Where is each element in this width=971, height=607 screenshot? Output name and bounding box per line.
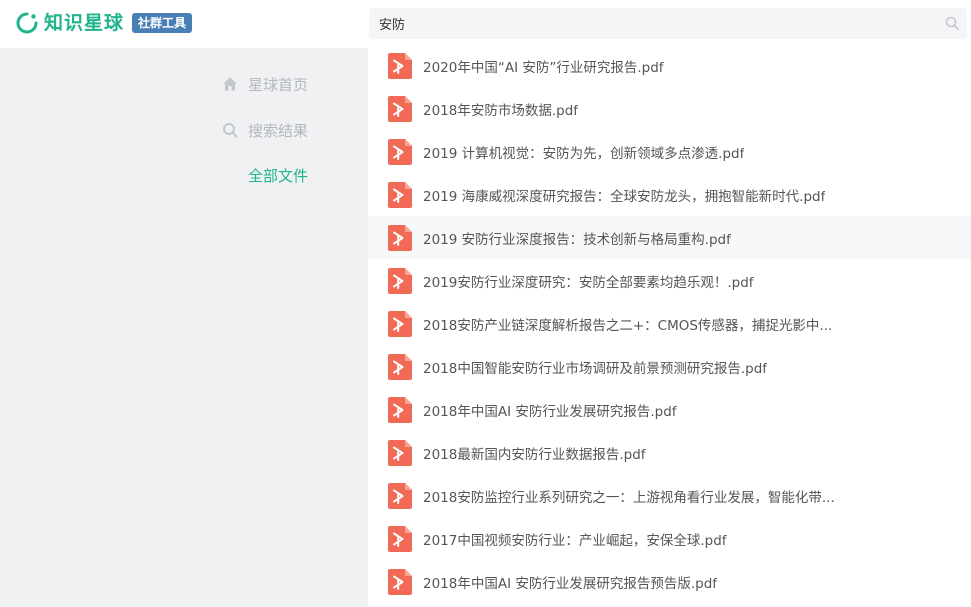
pdf-file-icon bbox=[388, 310, 412, 337]
file-name: 2018安防监控行业系列研究之一：上游视角看行业发展，智能化带... bbox=[423, 489, 835, 506]
sidebar-item-label: 星球首页 bbox=[247, 75, 308, 94]
file-row[interactable]: 2019 计算机视觉：安防为先，创新领域多点渗透.pdf bbox=[368, 130, 971, 173]
file-name: 2018安防产业链深度解析报告之二+：CMOS传感器，捕捉光影中... bbox=[423, 317, 833, 334]
pdf-file-icon bbox=[388, 52, 412, 79]
file-row[interactable]: 2019安防行业深度研究：安防全部要素均趋乐观！.pdf bbox=[368, 259, 971, 302]
file-row[interactable]: 2018年中国AI 安防行业发展研究报告预告版.pdf bbox=[368, 560, 971, 603]
file-list: 2020年中国“AI 安防”行业研究报告.pdf 2018年安防市场数据.pdf… bbox=[368, 44, 971, 607]
pdf-file-icon bbox=[388, 224, 412, 251]
search-icon[interactable] bbox=[945, 16, 959, 30]
file-name: 2019 安防行业深度报告：技术创新与格局重构.pdf bbox=[423, 231, 731, 248]
sidebar: 星球首页 搜索结果 全部文件 bbox=[0, 48, 368, 607]
file-row[interactable]: 2020年中国“AI 安防”行业研究报告.pdf bbox=[368, 44, 971, 87]
pdf-file-icon bbox=[388, 568, 412, 595]
file-row[interactable]: 2019 海康威视深度研究报告：全球安防龙头，拥抱智能新时代.pdf bbox=[368, 173, 971, 216]
sidebar-item-home[interactable]: 星球首页 bbox=[222, 72, 308, 96]
file-name: 2020年中国“AI 安防”行业研究报告.pdf bbox=[423, 59, 664, 76]
planet-logo-icon bbox=[16, 12, 38, 34]
brand-logo[interactable]: 知识星球 社群工具 bbox=[16, 11, 193, 35]
file-name: 2019 海康威视深度研究报告：全球安防龙头，拥抱智能新时代.pdf bbox=[423, 188, 826, 205]
sidebar-item-search-results[interactable]: 搜索结果 bbox=[222, 118, 308, 142]
search-input[interactable] bbox=[369, 8, 929, 39]
search-icon bbox=[222, 123, 238, 138]
search-box bbox=[369, 8, 967, 39]
file-name: 2018年中国AI 安防行业发展研究报告.pdf bbox=[423, 403, 677, 420]
file-name: 2019安防行业深度研究：安防全部要素均趋乐观！.pdf bbox=[423, 274, 754, 291]
pdf-file-icon bbox=[388, 482, 412, 509]
file-name: 2018年中国AI 安防行业发展研究报告预告版.pdf bbox=[423, 575, 718, 592]
pdf-file-icon bbox=[388, 439, 412, 466]
file-row[interactable]: 2018年安防市场数据.pdf bbox=[368, 87, 971, 130]
file-row[interactable]: 2019 安防行业深度报告：技术创新与格局重构.pdf bbox=[368, 216, 971, 259]
pdf-file-icon bbox=[388, 396, 412, 423]
pdf-file-icon bbox=[388, 353, 412, 380]
sidebar-item-all-files[interactable]: 全部文件 bbox=[248, 163, 308, 187]
file-row[interactable]: 2018安防监控行业系列研究之一：上游视角看行业发展，智能化带... bbox=[368, 474, 971, 517]
file-row[interactable]: 2017中国视频安防行业：产业崛起，安保全球.pdf bbox=[368, 517, 971, 560]
brand-name: 知识星球 bbox=[44, 12, 125, 34]
pdf-file-icon bbox=[388, 181, 412, 208]
pdf-file-icon bbox=[388, 525, 412, 552]
file-name: 2019 计算机视觉：安防为先，创新领域多点渗透.pdf bbox=[423, 145, 745, 162]
pdf-file-icon bbox=[388, 95, 412, 122]
sidebar-item-label: 全部文件 bbox=[247, 166, 308, 185]
brand-badge: 社群工具 bbox=[132, 13, 193, 33]
sidebar-item-label: 搜索结果 bbox=[247, 121, 308, 140]
file-row[interactable]: 2018中国智能安防行业市场调研及前景预测研究报告.pdf bbox=[368, 345, 971, 388]
file-name: 2018中国智能安防行业市场调研及前景预测研究报告.pdf bbox=[423, 360, 768, 377]
home-icon bbox=[222, 77, 237, 91]
pdf-file-icon bbox=[388, 267, 412, 294]
top-bar: 知识星球 社群工具 bbox=[0, 0, 971, 48]
file-name: 2018年安防市场数据.pdf bbox=[423, 102, 579, 119]
file-row[interactable]: 2018年中国AI 安防行业发展研究报告.pdf bbox=[368, 388, 971, 431]
file-name: 2017中国视频安防行业：产业崛起，安保全球.pdf bbox=[423, 532, 727, 549]
file-row[interactable]: 2018安防产业链深度解析报告之二+：CMOS传感器，捕捉光影中... bbox=[368, 302, 971, 345]
file-name: 2018最新国内安防行业数据报告.pdf bbox=[423, 446, 646, 463]
file-row[interactable]: 2018最新国内安防行业数据报告.pdf bbox=[368, 431, 971, 474]
pdf-file-icon bbox=[388, 138, 412, 165]
